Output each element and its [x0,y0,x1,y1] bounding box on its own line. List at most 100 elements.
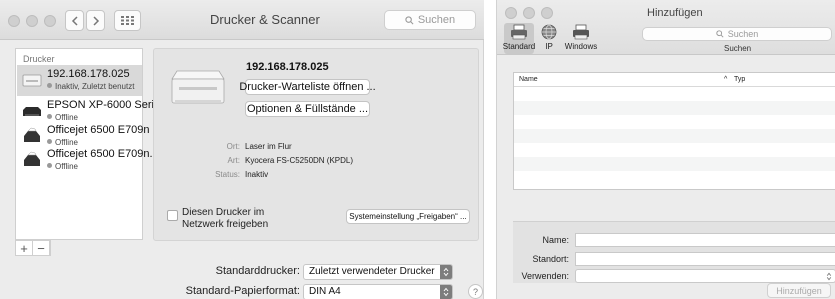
forward-button[interactable] [86,10,105,31]
sharing-preferences-button[interactable]: Systemeinstellung „Freigaben“ ... [346,209,470,224]
use-driver-popup[interactable] [575,269,835,283]
add-button[interactable]: Hinzufügen [767,283,831,298]
search-placeholder: Suchen [417,14,456,26]
show-all-button[interactable] [114,10,141,31]
default-printer-popup[interactable]: Zuletzt verwendeter Drucker [303,264,453,280]
printer-name: Officejet 6500 E709n [47,124,150,136]
list-edit-buttons: + − [15,240,51,256]
options-supplies-button[interactable]: Optionen & Füllstände ... [245,101,370,117]
printer-detail-panel: 192.168.178.025 Drucker-Warteliste öffne… [153,48,479,241]
close-window-button[interactable] [8,15,20,27]
type-label: Art: [227,156,240,165]
default-printer-value: Zuletzt verwendeter Drucker [309,266,435,277]
printer-name: EPSON XP-6000 Series [47,99,166,111]
column-header-name[interactable]: Name [519,76,538,83]
table-row [514,101,835,115]
search-placeholder: Suchen [727,29,759,39]
close-window-button[interactable] [505,7,517,19]
minimize-window-button[interactable] [26,15,38,27]
toolbar-ip[interactable]: IP [537,24,561,51]
location-label: Ort: [226,142,240,151]
location-field[interactable] [575,252,835,266]
toolbar-label: IP [545,42,553,51]
name-field[interactable] [575,233,835,247]
toolbar-standard[interactable]: Standard [503,24,535,51]
toolbar-windows[interactable]: Windows [563,24,599,51]
type-value: Kyocera FS-C5250DN (KPDL) [245,156,354,165]
zoom-window-button[interactable] [541,7,553,19]
back-button[interactable] [65,10,84,31]
laser-printer-icon [171,70,225,104]
status-dot-icon [47,139,52,144]
table-row [514,87,835,101]
printer-list-item[interactable]: 192.168.178.025 Inaktiv, Zuletzt benutzt [17,65,142,96]
printers-scanners-window: Drucker & Scanner Suchen Drucker 192.168… [0,0,484,299]
table-row [514,157,835,171]
printer-name: 192.168.178.025 [47,68,130,80]
laser-printer-icon [22,74,42,87]
printer-name: Officejet 6500 E709n... [47,148,159,160]
printer-list[interactable]: Drucker 192.168.178.025 Inaktiv, Zuletzt… [15,48,166,240]
window-title: Drucker & Scanner [210,12,320,27]
printer-icon [511,24,527,40]
add-printer-button[interactable]: + [16,241,33,255]
status-label: Status: [215,170,240,179]
inkjet-printer-icon [23,107,41,116]
add-printer-window: Hinzufügen Standard IP Windows Suchen Su… [496,0,835,299]
popup-arrows-icon [440,265,452,279]
use-driver-label: Verwenden: [521,271,569,281]
paper-format-value: DIN A4 [309,286,341,297]
help-button[interactable]: ? [468,284,483,299]
printer-title: 192.168.178.025 [246,61,329,73]
minimize-window-button[interactable] [523,7,535,19]
status-dot-icon [47,83,52,88]
magnifier-icon [405,15,414,24]
search-field[interactable]: Suchen [642,27,832,41]
add-printer-form: Name: Standort: Verwenden: [513,221,835,283]
globe-icon [541,24,557,40]
share-printer-checkbox[interactable] [167,210,178,221]
magnifier-icon [716,30,724,38]
table-row [514,143,835,157]
printer-status-text: Offline [55,162,78,171]
popup-arrows-icon [440,285,452,299]
status-value: Inaktiv [245,170,269,179]
paper-format-label: Standard-Papierformat: [185,285,300,297]
zoom-window-button[interactable] [44,15,56,27]
window-toolbar: Drucker & Scanner Suchen [0,0,484,40]
status-dot-icon [47,163,52,168]
printer-list-header: Drucker [23,54,55,64]
printer-list-item[interactable]: Officejet 6500 E709n... Offline [17,145,159,176]
windows-printer-icon [573,24,589,40]
remove-printer-button[interactable]: − [33,241,50,255]
table-row [514,115,835,129]
column-header-type[interactable]: Typ [734,76,745,83]
location-label: Standort: [532,254,569,264]
printer-status: Offline [47,162,78,171]
table-row [514,171,835,185]
default-printer-label: Standarddrucker: [215,265,300,277]
window-title: Hinzufügen [647,7,703,19]
share-printer-label: Diesen Drucker im Netzwerk freigeben [182,207,269,230]
add-window-toolbar: Hinzufügen Standard IP Windows Suchen Su… [497,0,835,55]
chevron-left-icon [71,15,78,26]
grid-icon [120,16,134,25]
location-value: Laser im Flur [245,142,292,151]
paper-format-popup[interactable]: DIN A4 [303,284,453,299]
status-dot-icon [47,114,52,119]
printer-status-text: Inaktiv, Zuletzt benutzt [55,82,135,91]
printer-table[interactable]: Name ^ Typ [513,72,835,190]
table-row [514,129,835,143]
search-field[interactable]: Suchen [384,10,476,30]
printer-status: Inaktiv, Zuletzt benutzt [47,82,134,91]
open-print-queue-button[interactable]: Drucker-Warteliste öffnen ... [239,79,376,95]
toolbar-label: Windows [564,42,598,51]
table-header: Name ^ Typ [514,73,835,87]
chevron-right-icon [92,15,99,26]
chevron-updown-icon [826,272,832,281]
officejet-printer-icon [24,127,40,142]
toolbar-label: Standard [502,42,536,51]
sort-ascending-icon: ^ [724,76,728,83]
search-caption: Suchen [724,44,752,53]
name-label: Name: [542,235,569,245]
